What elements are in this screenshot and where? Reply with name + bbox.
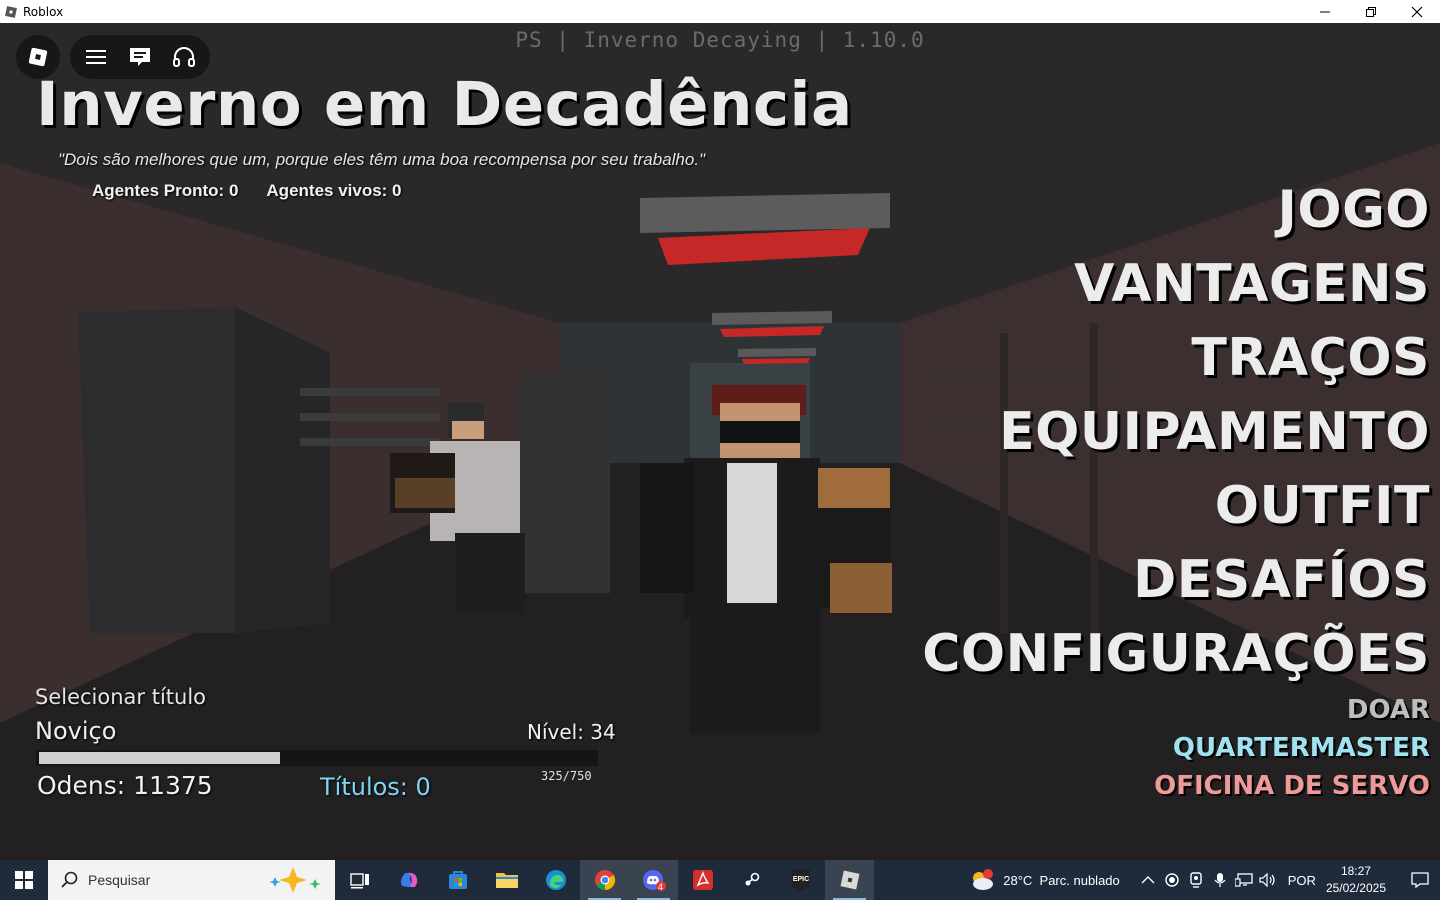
speaker-icon [1259, 873, 1275, 887]
steam-button[interactable] [727, 860, 776, 900]
menu-item-outfit[interactable]: OUTFIT [922, 469, 1430, 543]
chevron-up-icon [1141, 876, 1155, 884]
copilot-button[interactable] [384, 860, 433, 900]
agents-status: Agentes Pronto: 0 Agentes vivos: 0 [92, 181, 402, 201]
player-level: Nível: 34 [527, 720, 616, 744]
tray-microphone-button[interactable] [1208, 860, 1232, 900]
tray-volume-button[interactable] [1256, 860, 1280, 900]
game-viewport[interactable]: PS | Inverno Decaying | 1.10.0 Inverno e… [0, 23, 1440, 860]
roblox-taskbar-icon [840, 870, 859, 890]
network-icon [1234, 873, 1253, 887]
task-view-button[interactable] [335, 860, 384, 900]
donate-button[interactable]: DOAR [922, 691, 1430, 729]
windows-taskbar: Pesquisar 4 EPIC 28°C Parc. nublado POR … [0, 860, 1440, 900]
discord-badge: 4 [658, 882, 664, 892]
roblox-logo-icon [28, 47, 48, 67]
xp-progress-fill [39, 752, 280, 764]
start-button[interactable] [0, 860, 48, 900]
game-title: Inverno em Decadência [36, 69, 853, 140]
tray-network-button[interactable] [1232, 860, 1256, 900]
discord-button[interactable]: 4 [629, 860, 678, 900]
svg-text:EPIC: EPIC [792, 876, 808, 883]
acrobat-icon [692, 870, 713, 890]
acrobat-button[interactable] [678, 860, 727, 900]
headset-icon [173, 47, 195, 67]
edge-button[interactable] [531, 860, 580, 900]
weather-text: 28°C Parc. nublado [1003, 872, 1120, 888]
chrome-icon [594, 870, 615, 891]
restore-button[interactable] [1348, 0, 1394, 23]
minimize-button[interactable] [1302, 0, 1348, 23]
folder-icon [495, 873, 518, 888]
file-explorer-button[interactable] [482, 860, 531, 900]
window-titlebar: Roblox [0, 0, 1440, 23]
hamburger-icon [86, 50, 106, 64]
clock[interactable]: 18:27 25/02/2025 [1326, 863, 1386, 897]
chrome-button[interactable] [580, 860, 629, 900]
xp-progress-bar [36, 750, 598, 766]
copilot-icon [400, 872, 417, 887]
agents-alive: Agentes vivos: 0 [266, 181, 402, 200]
chat-icon [130, 48, 150, 66]
notification-icon [1411, 872, 1429, 889]
window-title: Roblox [23, 4, 64, 19]
task-view-icon [349, 873, 369, 889]
quartermaster-button[interactable]: QUARTERMASTER [922, 729, 1430, 767]
odens-balance: Odens: 11375 [37, 771, 213, 800]
show-hidden-icons-button[interactable] [1136, 860, 1160, 900]
input-language[interactable]: POR [1288, 873, 1316, 888]
player-rank: Noviço [35, 717, 117, 745]
workshop-button[interactable]: OFICINA DE SERVO [922, 767, 1430, 805]
search-icon [61, 871, 78, 888]
search-highlight-icon [269, 867, 321, 893]
system-tray: 28°C Parc. nublado POR 18:27 25/02/2025 [969, 860, 1440, 900]
roblox-taskbar-button[interactable] [825, 860, 874, 900]
menu-item-jogo[interactable]: JOGO [922, 173, 1430, 247]
tray-record-button[interactable] [1160, 860, 1184, 900]
select-title-button[interactable]: Selecionar título [35, 685, 206, 709]
xp-progress-text: 325/750 [541, 769, 592, 783]
titles-count[interactable]: Títulos: 0 [320, 773, 431, 801]
close-button[interactable] [1394, 0, 1440, 23]
tray-camera-button[interactable] [1184, 860, 1208, 900]
main-menu: JOGO VANTAGENS TRAÇOS EQUIPAMENTO OUTFIT… [922, 173, 1430, 805]
version-banner: PS | Inverno Decaying | 1.10.0 [515, 28, 925, 52]
windows-logo-icon [15, 871, 33, 889]
webcam-icon [1190, 872, 1202, 888]
epic-games-button[interactable]: EPIC [776, 860, 825, 900]
clock-date: 25/02/2025 [1325, 881, 1386, 895]
minimize-icon [1320, 11, 1330, 12]
menu-item-tracos[interactable]: TRAÇOS [922, 321, 1430, 395]
menu-item-vantagens[interactable]: VANTAGENS [922, 247, 1430, 321]
search-placeholder: Pesquisar [88, 872, 151, 888]
agents-ready: Agentes Pronto: 0 [92, 181, 239, 200]
taskbar-search[interactable]: Pesquisar [48, 860, 335, 900]
weather-widget[interactable]: 28°C Parc. nublado [969, 868, 1120, 892]
menu-item-desafios[interactable]: DESAFÍOS [922, 543, 1430, 617]
epic-games-icon: EPIC [791, 869, 810, 891]
steam-icon [741, 870, 762, 890]
restore-icon [1366, 6, 1376, 17]
close-icon [1411, 6, 1423, 17]
weather-cloud-sun-icon [973, 869, 994, 890]
menu-item-configuracoes[interactable]: CONFIGURAÇÕES [922, 617, 1430, 691]
edge-icon [545, 870, 566, 890]
record-icon [1165, 873, 1179, 887]
microsoft-store-button[interactable] [433, 860, 482, 900]
menu-item-equipamento[interactable]: EQUIPAMENTO [922, 395, 1430, 469]
clock-time: 18:27 [1340, 864, 1371, 878]
notifications-button[interactable] [1400, 860, 1440, 900]
game-quote: "Dois são melhores que um, porque eles t… [58, 150, 706, 169]
microphone-icon [1214, 873, 1226, 887]
microsoft-store-icon [448, 871, 467, 889]
roblox-app-icon [5, 5, 17, 18]
